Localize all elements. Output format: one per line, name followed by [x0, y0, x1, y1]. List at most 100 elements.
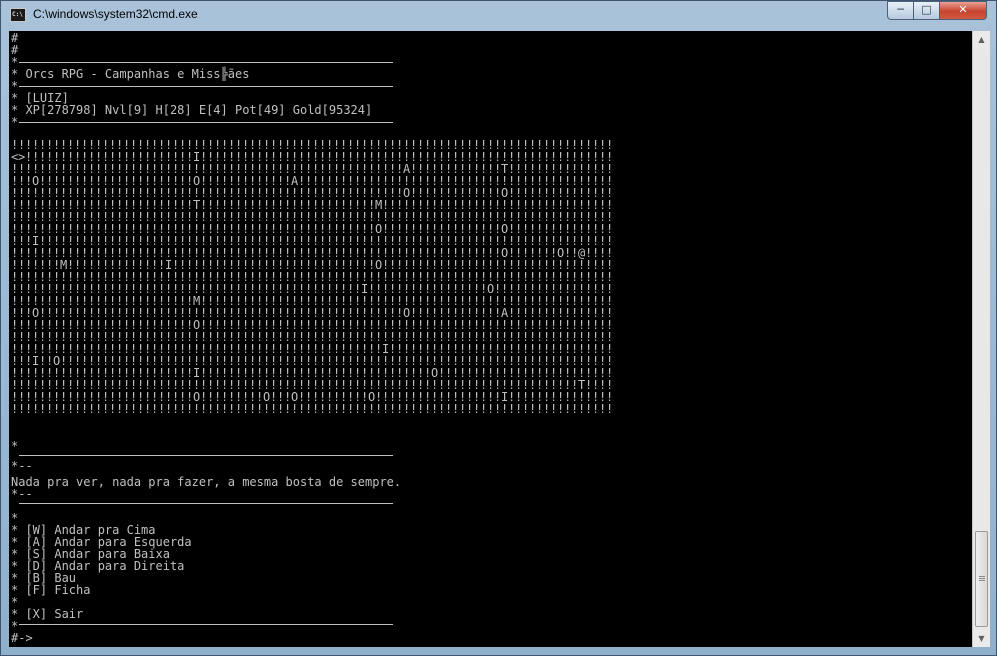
map-cell: !	[424, 402, 432, 416]
map-cell: !	[60, 402, 68, 416]
map-cell: !	[130, 402, 138, 416]
map-cell: !	[543, 402, 551, 416]
map-cell: !	[564, 402, 572, 416]
map-cell: !	[578, 402, 586, 416]
message-close: *--	[11, 487, 33, 501]
map-cell: !	[263, 402, 271, 416]
minimize-button[interactable]: ─	[887, 1, 914, 20]
map-cell: !	[207, 402, 215, 416]
map-cell: !	[466, 402, 474, 416]
map-cell: !	[452, 402, 460, 416]
map-cell: !	[347, 402, 355, 416]
separator	[19, 455, 393, 456]
cmd-icon[interactable]: C:\	[10, 8, 26, 22]
command-prompt[interactable]: #->	[11, 632, 33, 644]
map-cell: !	[585, 402, 593, 416]
map-cell: !	[501, 402, 509, 416]
map-cell: !	[326, 402, 334, 416]
map-cell: !	[214, 402, 222, 416]
scroll-up-arrow-icon[interactable]: ▲	[973, 31, 990, 48]
map-cell: !	[536, 402, 544, 416]
map-cell: !	[319, 402, 327, 416]
console-line: *	[11, 439, 19, 453]
grip-line	[979, 576, 985, 577]
map-cell: !	[179, 402, 187, 416]
map-cell: !	[396, 402, 404, 416]
map-cell: !	[116, 402, 124, 416]
map-cell: !	[25, 402, 33, 416]
map-cell: !	[284, 402, 292, 416]
map-cell: !	[221, 402, 229, 416]
map-cell: !	[193, 402, 201, 416]
map-cell: !	[557, 402, 565, 416]
map-cell: !	[235, 402, 243, 416]
map-cell: !	[298, 402, 306, 416]
title-bar[interactable]: C:\ C:\windows\system32\cmd.exe ─ □ ✕	[1, 1, 996, 29]
map-cell: !	[256, 402, 264, 416]
menu-item-exit: * [X] Sair	[11, 607, 84, 621]
map-cell: !	[67, 402, 75, 416]
game-title: * Orcs RPG - Campanhas e Miss╠ães	[11, 67, 250, 81]
map-cell: !	[389, 402, 397, 416]
message-text: Nada pra ver, nada pra fazer, a mesma bo…	[11, 475, 402, 489]
map-cell: !	[32, 402, 40, 416]
console-output[interactable]: # # * * Orcs RPG - Campanhas e Miss╠ães …	[9, 31, 972, 647]
map-cell: !	[158, 402, 166, 416]
separator	[19, 624, 393, 625]
map-cell: !	[165, 402, 173, 416]
map-cell: !	[53, 402, 61, 416]
close-button[interactable]: ✕	[939, 1, 987, 20]
map-cell: !	[277, 402, 285, 416]
separator	[19, 86, 393, 87]
map-cell: !	[473, 402, 481, 416]
vertical-scrollbar[interactable]: ▲ ▼	[972, 31, 990, 647]
cmd-window: C:\ C:\windows\system32\cmd.exe ─ □ ✕ # …	[0, 0, 997, 656]
scroll-down-arrow-icon[interactable]: ▼	[973, 630, 990, 647]
map-cell: !	[494, 402, 502, 416]
map-cell: !	[172, 402, 180, 416]
map-cell: !	[431, 402, 439, 416]
map-cell: !	[480, 402, 488, 416]
map-cell: !	[515, 402, 523, 416]
map-cell: !	[529, 402, 537, 416]
map-cell: !	[88, 402, 96, 416]
map-cell: !	[11, 402, 19, 416]
map-cell: !	[39, 402, 47, 416]
window-title: C:\windows\system32\cmd.exe	[33, 7, 198, 21]
map-cell: !	[382, 402, 390, 416]
map-cell: !	[438, 402, 446, 416]
map-cell: !	[74, 402, 82, 416]
map-cell: !	[102, 402, 110, 416]
map-cell: !	[312, 402, 320, 416]
map-cell: !	[550, 402, 558, 416]
map-cell: !	[109, 402, 117, 416]
map-cell: !	[186, 402, 194, 416]
map-cell: !	[46, 402, 54, 416]
map-cell: !	[18, 402, 26, 416]
map-cell: !	[606, 402, 614, 416]
separator	[19, 122, 393, 123]
map-cell: !	[123, 402, 131, 416]
map-cell: !	[459, 402, 467, 416]
map-cell: !	[592, 402, 600, 416]
map-cell: !	[375, 402, 383, 416]
map-cell: !	[228, 402, 236, 416]
scrollbar-thumb[interactable]	[975, 531, 988, 627]
map-cell: !	[354, 402, 362, 416]
menu-item-sheet: * [F] Ficha	[11, 583, 91, 597]
separator	[19, 62, 393, 63]
map-cell: !	[333, 402, 341, 416]
map-cell: !	[571, 402, 579, 416]
grip-line	[979, 580, 985, 581]
map-cell: !	[508, 402, 516, 416]
map-cell: !	[200, 402, 208, 416]
map-cell: !	[305, 402, 313, 416]
map-cell: !	[445, 402, 453, 416]
grip-line	[979, 578, 985, 579]
console-line: *	[11, 115, 19, 129]
map-cell: !	[487, 402, 495, 416]
map-cell: !	[291, 402, 299, 416]
map-cell: !	[151, 402, 159, 416]
maximize-button[interactable]: □	[913, 1, 940, 20]
map-cell: !	[249, 402, 257, 416]
